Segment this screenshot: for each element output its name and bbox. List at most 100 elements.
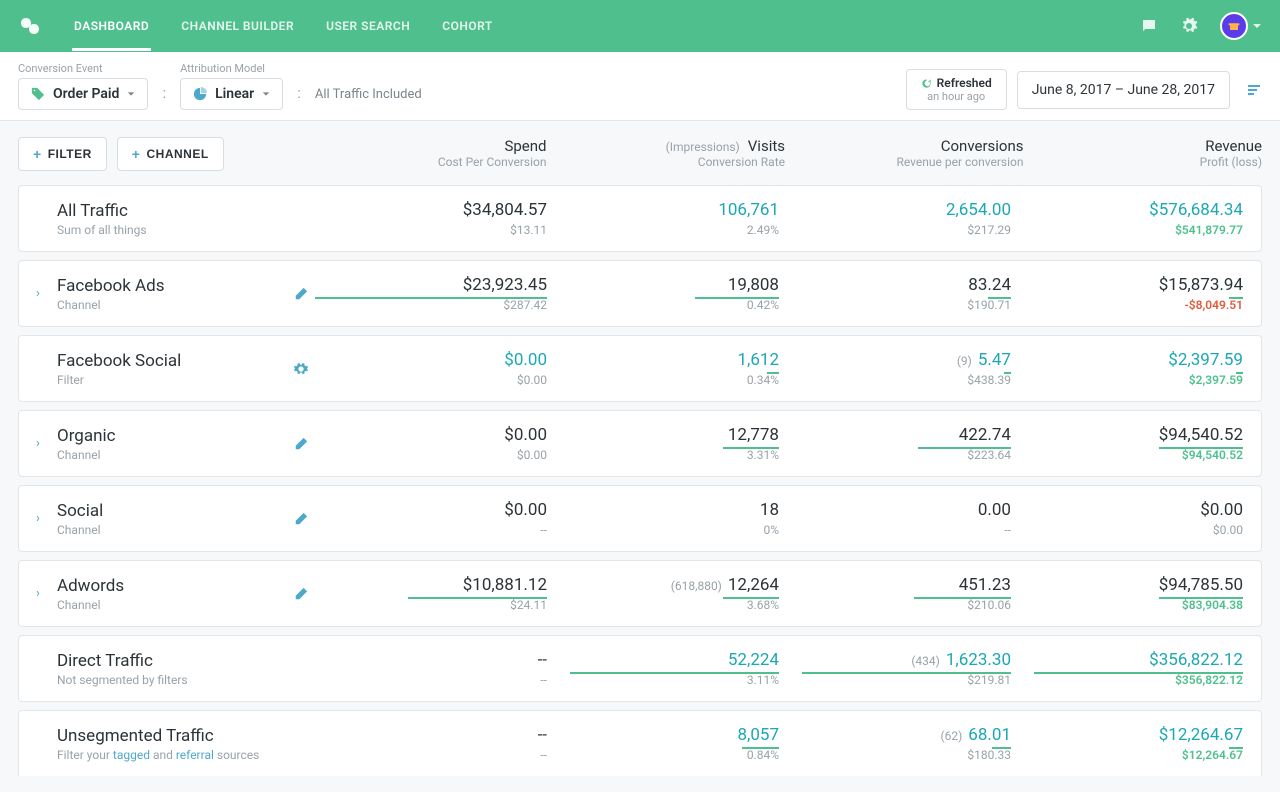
expand-toggle[interactable]: › <box>29 511 47 526</box>
conversions-value: 422.74 <box>779 425 1011 445</box>
row-name: Social <box>57 501 287 521</box>
conversion-rate: 2.49% <box>547 223 779 237</box>
visits-value: (618,880)12,264 <box>547 575 779 595</box>
caret-down-icon <box>262 90 270 98</box>
row-name: Organic <box>57 426 287 446</box>
conversions-value: (9)5.47 <box>779 350 1011 370</box>
conversion-rate: 0.42% <box>547 298 779 312</box>
nav-tab-user-search[interactable]: USER SEARCH <box>324 1 412 51</box>
edit-button[interactable] <box>287 362 315 376</box>
profit-loss: $83,904.38 <box>1011 598 1243 612</box>
chat-icon[interactable] <box>1140 17 1158 35</box>
row-subtitle: Sum of all things <box>57 223 287 237</box>
expand-toggle[interactable]: › <box>29 286 47 301</box>
spend-value: $0.00 <box>315 500 547 520</box>
profit-loss: $2,397.59 <box>1011 373 1243 387</box>
cost-per-conversion: $24.11 <box>315 598 547 612</box>
add-filter-button[interactable]: +FILTER <box>18 137 107 171</box>
sort-icon[interactable] <box>1246 82 1262 98</box>
table-row: › Adwords Channel $10,881.12 $24.11 (618… <box>18 560 1262 627</box>
revenue-value: $356,822.12 <box>1011 650 1243 670</box>
conversions-value: 2,654.00 <box>779 200 1011 220</box>
visits-value: 12,778 <box>547 425 779 445</box>
nav-tab-channel-builder[interactable]: CHANNEL BUILDER <box>179 1 296 51</box>
revenue-value: $12,264.67 <box>1011 725 1243 745</box>
conversions-value: (434)1,623.30 <box>779 650 1011 670</box>
nav-tab-dashboard[interactable]: DASHBOARD <box>72 1 151 51</box>
cost-per-conversion: $13.11 <box>315 223 547 237</box>
chevron-down-icon <box>1252 21 1262 31</box>
revenue-value: $2,397.59 <box>1011 350 1243 370</box>
top-nav: DASHBOARD CHANNEL BUILDER USER SEARCH COHOR… <box>0 0 1280 52</box>
spend-value: $0.00 <box>315 350 547 370</box>
table-row: Facebook Social Filter $0.00 $0.00 1,612… <box>18 335 1262 402</box>
table-header: +FILTER +CHANNEL SpendCost Per Conversio… <box>18 137 1262 185</box>
expand-toggle[interactable]: › <box>29 586 47 601</box>
caret-down-icon <box>127 90 135 98</box>
conversions-value: 451.23 <box>779 575 1011 595</box>
edit-button[interactable] <box>287 437 315 451</box>
col-spend: SpendCost Per Conversion <box>308 137 547 169</box>
spend-value: $34,804.57 <box>315 200 547 220</box>
brand-logo <box>18 14 42 38</box>
conversion-rate: 3.68% <box>547 598 779 612</box>
traffic-note: All Traffic Included <box>315 87 422 110</box>
table-row: Direct Traffic Not segmented by filters … <box>18 635 1262 702</box>
revenue-per-conversion: $438.39 <box>779 373 1011 387</box>
visits-value: 19,808 <box>547 275 779 295</box>
revenue-value: $15,873.94 <box>1011 275 1243 295</box>
revenue-value: $0.00 <box>1011 500 1243 520</box>
conversion-rate: 0% <box>547 523 779 537</box>
user-menu[interactable] <box>1220 12 1262 40</box>
cost-per-conversion: $0.00 <box>315 448 547 462</box>
conversions-value: 0.00 <box>779 500 1011 520</box>
col-visits: (Impressions)VisitsConversion Rate <box>547 137 786 169</box>
visits-value: 18 <box>547 500 779 520</box>
table-row: › Social Channel $0.00 -- 18 0% 0.00 -- … <box>18 485 1262 552</box>
edit-button[interactable] <box>287 287 315 301</box>
conversion-event-dropdown[interactable]: Order Paid <box>18 78 148 110</box>
revenue-per-conversion: $219.81 <box>779 673 1011 687</box>
revenue-per-conversion: $210.06 <box>779 598 1011 612</box>
row-name: Facebook Social <box>57 351 287 371</box>
row-name: Unsegmented Traffic <box>57 726 287 746</box>
add-channel-button[interactable]: +CHANNEL <box>117 137 224 171</box>
visits-value: 8,057 <box>547 725 779 745</box>
conversion-rate: 0.34% <box>547 373 779 387</box>
refresh-icon <box>921 78 932 89</box>
expand-toggle[interactable]: › <box>29 436 47 451</box>
revenue-value: $94,540.52 <box>1011 425 1243 445</box>
row-name: Facebook Ads <box>57 276 287 296</box>
spend-value: $23,923.45 <box>315 275 547 295</box>
row-subtitle: Channel <box>57 298 287 312</box>
revenue-per-conversion: $223.64 <box>779 448 1011 462</box>
profit-loss: -$8,049.51 <box>1011 298 1243 312</box>
row-subtitle: Channel <box>57 598 287 612</box>
revenue-per-conversion: $217.29 <box>779 223 1011 237</box>
date-range-picker[interactable]: June 8, 2017 – June 28, 2017 <box>1017 71 1230 109</box>
row-subtitle: Filter your tagged and referral sources <box>57 748 287 762</box>
edit-button[interactable] <box>287 587 315 601</box>
row-subtitle: Channel <box>57 448 287 462</box>
edit-button[interactable] <box>287 512 315 526</box>
refresh-button[interactable]: Refreshed an hour ago <box>906 69 1007 110</box>
avatar <box>1220 12 1248 40</box>
conversion-rate: 0.84% <box>547 748 779 762</box>
conversions-value: 83.24 <box>779 275 1011 295</box>
cost-per-conversion: -- <box>315 523 547 537</box>
revenue-per-conversion: -- <box>779 523 1011 537</box>
gear-icon[interactable] <box>1180 17 1198 35</box>
cost-per-conversion: -- <box>315 748 547 762</box>
attribution-model-dropdown[interactable]: Linear <box>180 78 283 110</box>
spend-value: $10,881.12 <box>315 575 547 595</box>
profit-loss: $541,879.77 <box>1011 223 1243 237</box>
profit-loss: $356,822.12 <box>1011 673 1243 687</box>
row-subtitle: Not segmented by filters <box>57 673 287 687</box>
spend-value: $0.00 <box>315 425 547 445</box>
pie-icon <box>193 87 207 101</box>
attribution-model-label: Attribution Model <box>180 62 283 75</box>
profit-loss: $0.00 <box>1011 523 1243 537</box>
row-subtitle: Channel <box>57 523 287 537</box>
col-conversions: ConversionsRevenue per conversion <box>785 137 1024 169</box>
nav-tab-cohort[interactable]: COHORT <box>440 1 495 51</box>
